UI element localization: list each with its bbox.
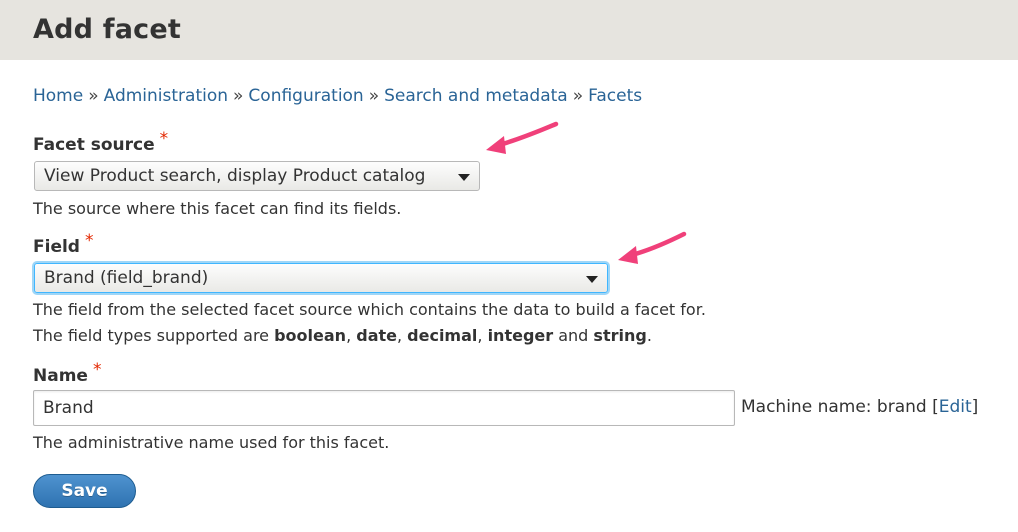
- breadcrumb-search-and-metadata[interactable]: Search and metadata: [384, 86, 568, 106]
- machine-name-bracket: ]: [971, 397, 979, 417]
- page-header: Add facet: [0, 0, 1018, 60]
- field-type-date: date: [356, 326, 397, 345]
- facet-source-select[interactable]: View Product search, display Product cat…: [34, 161, 480, 191]
- name-label-text: Name: [33, 366, 88, 386]
- separator: and: [553, 326, 594, 345]
- field-type-boolean: boolean: [274, 326, 347, 345]
- separator: .: [646, 326, 652, 345]
- field-label-text: Field: [33, 237, 80, 257]
- save-button[interactable]: Save: [33, 474, 136, 508]
- name-input[interactable]: [33, 390, 735, 426]
- facet-source-label-text: Facet source: [33, 135, 155, 155]
- machine-name-text: Machine name: brand [: [741, 397, 939, 417]
- page-title: Add facet: [33, 14, 181, 45]
- breadcrumb-administration[interactable]: Administration: [104, 86, 228, 106]
- facet-source-description: The source where this facet can find its…: [33, 199, 402, 218]
- field-types-prefix: The field types supported are: [33, 326, 275, 345]
- facet-source-select-value: View Product search, display Product cat…: [44, 166, 426, 186]
- breadcrumb: Home» Administration» Configuration» Search…: [33, 86, 642, 106]
- name-description: The administrative name used for this fa…: [33, 433, 390, 452]
- required-marker: *: [92, 360, 102, 380]
- annotation-arrow-icon: [618, 231, 687, 264]
- breadcrumb-separator: »: [88, 86, 99, 106]
- breadcrumb-facets[interactable]: Facets: [588, 86, 642, 106]
- field-type-integer: integer: [487, 326, 554, 345]
- annotation-arrow-icon: [486, 121, 559, 154]
- chevron-down-icon: [586, 276, 598, 283]
- field-select-value: Brand (field_brand): [44, 268, 209, 288]
- separator: ,: [477, 326, 488, 345]
- separator: ,: [396, 326, 408, 345]
- breadcrumb-configuration[interactable]: Configuration: [248, 86, 363, 106]
- chevron-down-icon: [458, 174, 470, 181]
- required-marker: *: [159, 129, 169, 149]
- separator: ,: [346, 326, 357, 345]
- breadcrumb-separator: »: [368, 86, 380, 106]
- field-type-decimal: decimal: [407, 326, 478, 345]
- required-marker: *: [84, 231, 94, 251]
- breadcrumb-separator: »: [572, 86, 584, 106]
- machine-name: Machine name: brand [Edit]: [741, 397, 978, 417]
- machine-name-edit-link[interactable]: Edit: [939, 397, 972, 417]
- facet-source-label: Facet source *: [33, 129, 168, 155]
- field-label: Field *: [33, 231, 93, 257]
- breadcrumb-separator: »: [233, 86, 244, 106]
- field-description-line1: The field from the selected facet source…: [33, 300, 706, 319]
- field-type-string: string: [593, 326, 647, 345]
- name-label: Name *: [33, 360, 101, 386]
- breadcrumb-home[interactable]: Home: [33, 86, 83, 106]
- field-select[interactable]: Brand (field_brand): [34, 263, 608, 293]
- field-description-line2: The field types supported are boolean, d…: [33, 326, 652, 345]
